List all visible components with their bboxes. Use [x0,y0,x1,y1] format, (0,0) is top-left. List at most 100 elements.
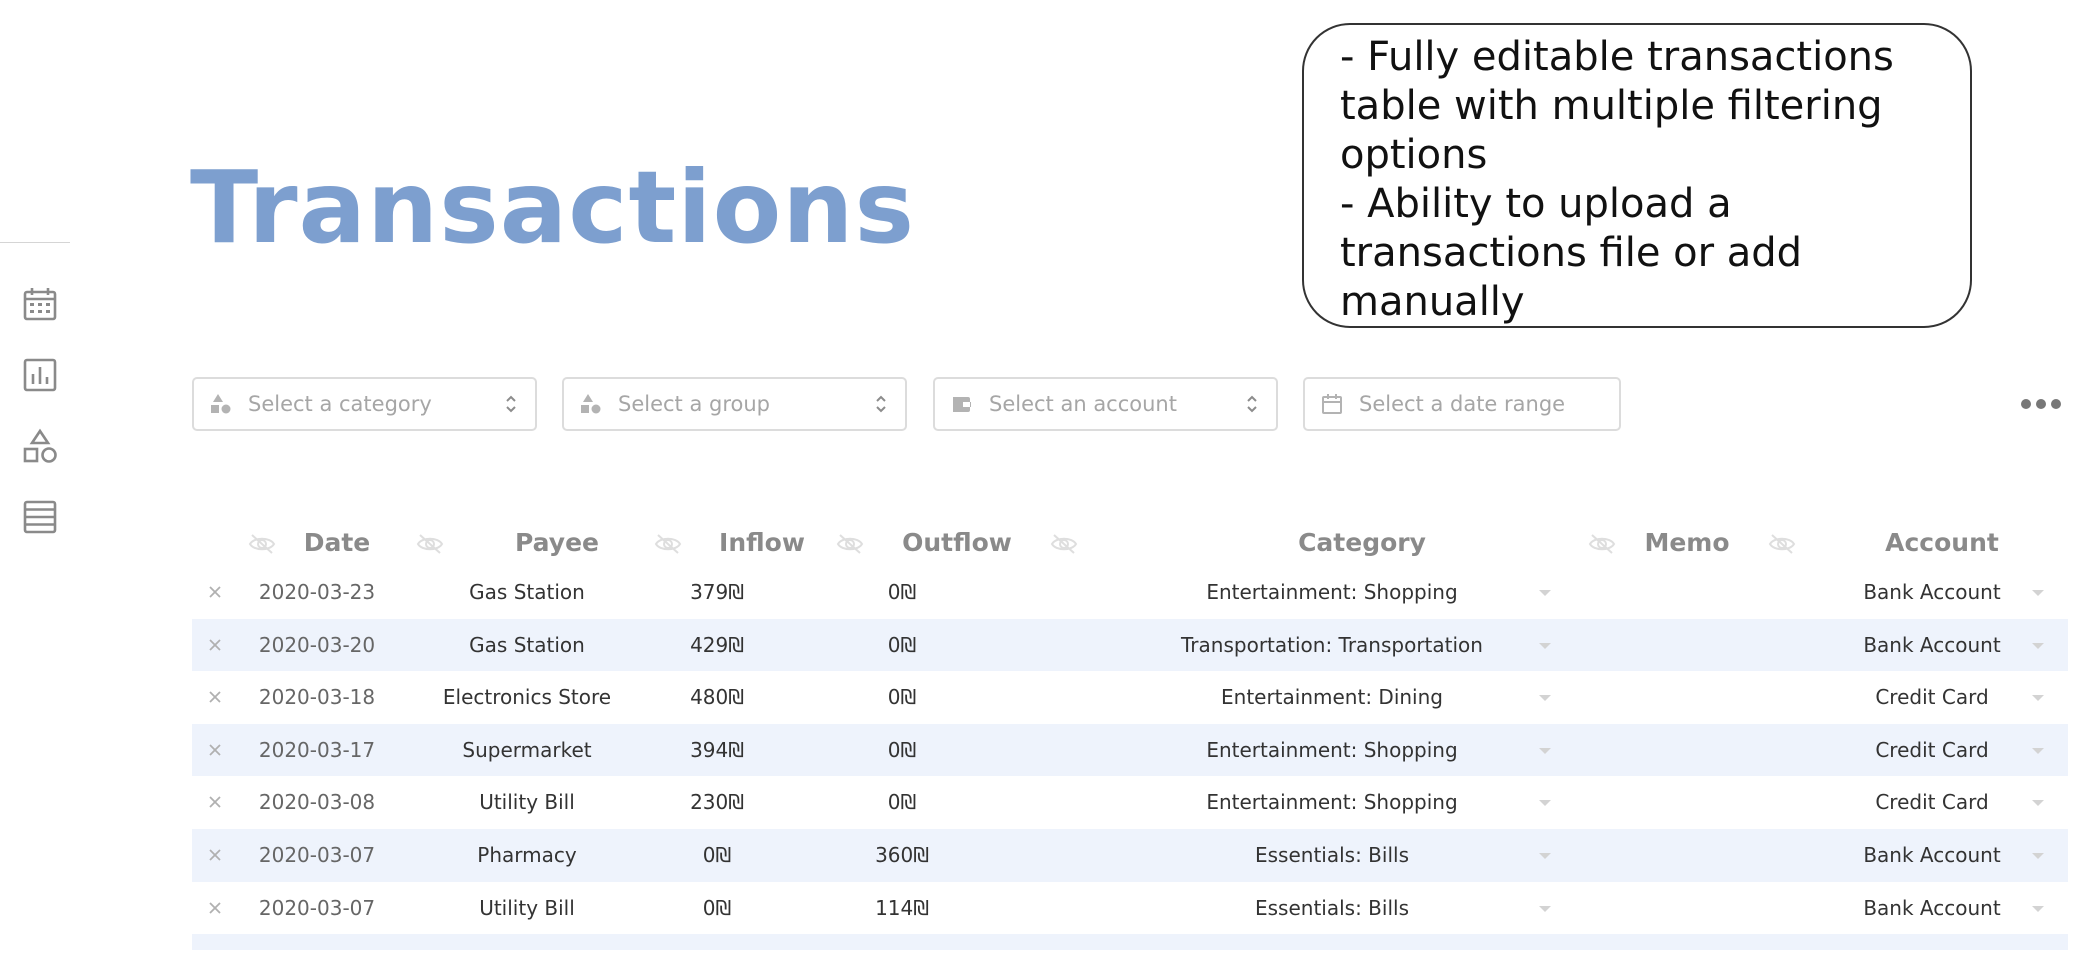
account-cell[interactable]: Credit Card [1812,724,2052,777]
shapes-icon[interactable] [22,428,58,464]
eye-off-icon[interactable] [416,532,444,556]
memo-cell[interactable] [1582,566,1792,619]
column-header-inflow[interactable]: Inflow [702,522,822,564]
bar-chart-icon[interactable] [22,357,58,393]
payee-cell[interactable]: Utility Bill [422,776,632,829]
list-icon[interactable] [22,499,58,535]
outflow-cell[interactable]: 360₪ [847,829,957,882]
calendar-icon[interactable] [22,286,58,322]
category-cell[interactable]: Transportation: Transportation [1072,619,1592,672]
category-cell[interactable]: Entertainment: Shopping [1072,776,1592,829]
inflow-cell[interactable]: 0₪ [662,882,772,935]
inflow-cell[interactable]: 230₪ [662,776,772,829]
inflow-cell[interactable]: 394₪ [662,724,772,777]
delete-icon[interactable] [206,583,224,601]
delete-icon[interactable] [206,793,224,811]
delete-icon[interactable] [206,846,224,864]
caret-down-icon[interactable] [2030,795,2046,809]
memo-cell[interactable] [1582,776,1792,829]
date-cell[interactable]: 2020-03-18 [252,671,382,724]
memo-cell[interactable] [1582,829,1792,882]
account-cell[interactable]: Bank Account [1812,829,2052,882]
outflow-cell[interactable]: 0₪ [847,619,957,672]
outflow-cell[interactable]: 0₪ [847,671,957,724]
eye-off-icon[interactable] [1588,532,1616,556]
caret-down-icon[interactable] [2030,690,2046,704]
caret-down-icon[interactable] [2030,901,2046,915]
date-cell[interactable]: 2020-03-07 [252,882,382,935]
column-header-date[interactable]: Date [282,522,392,564]
column-header-account[interactable]: Account [1852,522,2032,564]
delete-icon[interactable] [206,636,224,654]
date-cell[interactable]: 2020-03-08 [252,776,382,829]
date-cell[interactable]: 2020-03-20 [252,619,382,672]
outflow-cell[interactable]: 0₪ [847,776,957,829]
eye-off-icon[interactable] [1768,532,1796,556]
group-select[interactable]: Select a group [562,377,907,431]
caret-down-icon[interactable] [2030,848,2046,862]
caret-down-icon[interactable] [1537,795,1553,809]
account-cell[interactable]: Credit Card [1812,671,2052,724]
caret-down-icon[interactable] [1537,690,1553,704]
column-header-category[interactable]: Category [1252,522,1472,564]
category-cell[interactable]: Essentials: Bills [1072,882,1592,935]
date-cell[interactable]: 2020-03-07 [252,829,382,882]
memo-cell[interactable] [1582,724,1792,777]
date-cell[interactable]: 2020-03-17 [252,724,382,777]
outflow-cell[interactable]: 114₪ [847,882,957,935]
caret-down-icon[interactable] [1537,848,1553,862]
inflow-cell[interactable]: 0₪ [662,829,772,882]
inflow-cell[interactable]: 429₪ [662,619,772,672]
page-title: Transactions [190,149,915,266]
category-cell[interactable]: Entertainment: Shopping [1072,724,1592,777]
category-cell[interactable]: Essentials: Bills [1072,829,1592,882]
category-select[interactable]: Select a category [192,377,537,431]
delete-icon[interactable] [206,741,224,759]
memo-cell[interactable] [1582,619,1792,672]
outflow-cell[interactable]: 0₪ [847,724,957,777]
caret-down-icon[interactable] [1537,901,1553,915]
sidebar-divider [0,242,70,243]
more-options-icon[interactable] [2021,394,2061,414]
memo-cell[interactable] [1582,671,1792,724]
date-cell[interactable]: 2020-03-23 [252,566,382,619]
eye-off-icon[interactable] [1050,532,1078,556]
date-range-picker[interactable]: Select a date range [1303,377,1621,431]
payee-cell[interactable]: Pharmacy [422,829,632,882]
caret-down-icon[interactable] [2030,743,2046,757]
delete-icon[interactable] [206,688,224,706]
eye-off-icon[interactable] [654,532,682,556]
payee-cell[interactable]: Gas Station [422,619,632,672]
callout-line: transactions file or add [1340,230,1803,276]
caret-down-icon[interactable] [1537,743,1553,757]
inflow-cell[interactable]: 480₪ [662,671,772,724]
caret-down-icon[interactable] [2030,638,2046,652]
category-cell[interactable]: Entertainment: Dining [1072,671,1592,724]
eye-off-icon[interactable] [836,532,864,556]
category-cell[interactable]: Entertainment: Shopping [1072,566,1592,619]
caret-down-icon[interactable] [2030,585,2046,599]
delete-icon[interactable] [206,899,224,917]
callout-line: table with multiple filtering [1340,83,1883,129]
account-cell[interactable]: Bank Account [1812,566,2052,619]
table-row: 2020-03-17 Supermarket 394₪ 0₪ Entertain… [192,723,2068,777]
outflow-cell[interactable]: 0₪ [847,566,957,619]
inflow-cell[interactable]: 379₪ [662,566,772,619]
account-cell[interactable]: Bank Account [1812,619,2052,672]
account-select[interactable]: Select an account [933,377,1278,431]
column-header-memo[interactable]: Memo [1632,522,1742,564]
payee-cell[interactable]: Utility Bill [422,882,632,935]
caret-down-icon[interactable] [1537,638,1553,652]
account-cell[interactable]: Bank Account [1812,882,2052,935]
table-row: 2020-03-07 Utility Bill 0₪ 114₪ Essentia… [192,882,2068,935]
memo-cell[interactable] [1582,882,1792,935]
payee-cell[interactable]: Gas Station [422,566,632,619]
eye-off-icon[interactable] [248,532,276,556]
payee-cell[interactable]: Supermarket [422,724,632,777]
caret-down-icon[interactable] [1537,585,1553,599]
calendar-icon [1321,393,1343,415]
payee-cell[interactable]: Electronics Store [422,671,632,724]
column-header-outflow[interactable]: Outflow [882,522,1032,564]
account-cell[interactable]: Credit Card [1812,776,2052,829]
column-header-payee[interactable]: Payee [492,522,622,564]
